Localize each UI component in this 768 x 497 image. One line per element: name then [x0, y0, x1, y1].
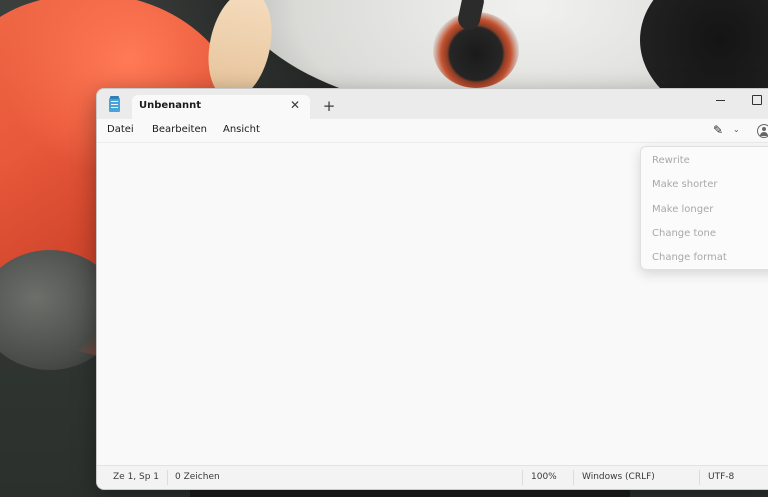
maximize-button[interactable]	[749, 92, 765, 108]
character-count: 0 Zeichen	[175, 472, 220, 482]
title-bar[interactable]: Unbenannt ✕ +	[97, 89, 768, 119]
new-tab-button[interactable]: +	[319, 96, 339, 116]
close-tab-icon[interactable]: ✕	[287, 97, 303, 113]
line-ending[interactable]: Windows (CRLF)	[582, 472, 655, 482]
status-divider	[522, 470, 523, 485]
rewrite-dropdown-menu: Rewrite Make shorter Make longer Change …	[640, 146, 768, 270]
menu-item-rewrite[interactable]: Rewrite	[652, 155, 690, 166]
minimize-button[interactable]	[713, 92, 729, 108]
status-divider	[699, 470, 700, 485]
tab-title: Unbenannt	[139, 100, 202, 111]
menu-item-make-longer[interactable]: Make longer	[652, 204, 713, 215]
menu-ansicht[interactable]: Ansicht	[223, 124, 260, 135]
status-divider	[167, 470, 168, 485]
menu-item-change-tone[interactable]: Change tone	[652, 228, 716, 239]
encoding[interactable]: UTF-8	[708, 472, 734, 482]
menu-bar: Datei Bearbeiten Ansicht ✎ ⌄	[97, 119, 768, 143]
menu-item-change-format[interactable]: Change format	[652, 252, 727, 263]
menu-datei[interactable]: Datei	[107, 124, 134, 135]
status-bar: Ze 1, Sp 1 0 Zeichen 100% Windows (CRLF)…	[97, 465, 768, 489]
cursor-position: Ze 1, Sp 1	[113, 472, 160, 482]
notepad-app-icon	[109, 96, 120, 112]
rewrite-ai-button[interactable]: ✎ ⌄	[711, 122, 745, 140]
chevron-down-icon: ⌄	[733, 125, 740, 134]
status-divider	[573, 470, 574, 485]
zoom-level[interactable]: 100%	[531, 472, 557, 482]
menu-bearbeiten[interactable]: Bearbeiten	[152, 124, 207, 135]
tab-unbenannt[interactable]: Unbenannt ✕	[132, 95, 310, 119]
account-icon[interactable]	[757, 124, 768, 138]
pen-sparkle-icon: ✎	[713, 123, 724, 137]
menu-item-make-shorter[interactable]: Make shorter	[652, 179, 717, 190]
